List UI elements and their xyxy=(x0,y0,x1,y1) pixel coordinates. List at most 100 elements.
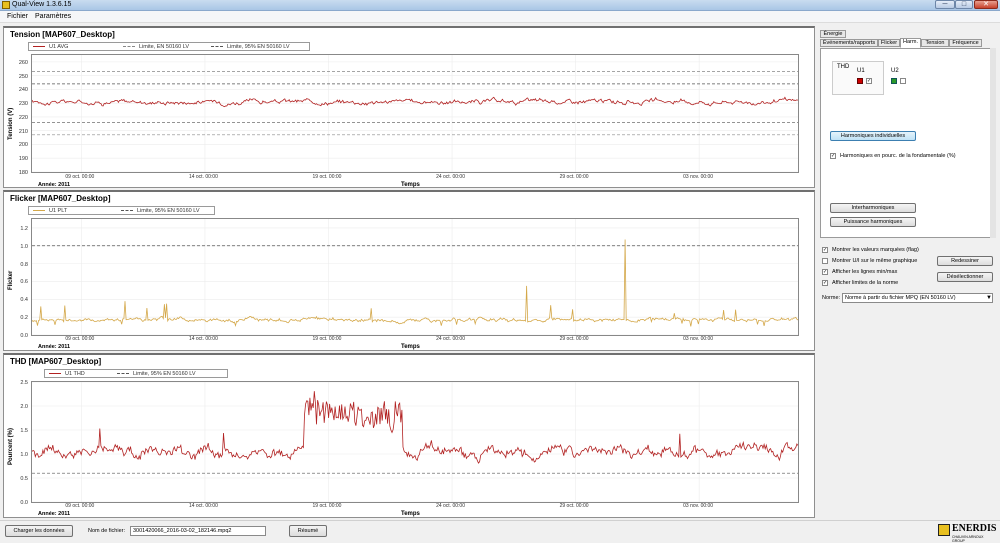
y-tick-label: 0.5 xyxy=(20,476,28,482)
flicker-xticks: 09 oct. 00:00 14 oct. 00:00 19 oct. 00:00 2… xyxy=(31,336,799,344)
legend-u1-plt: U1 PLT xyxy=(49,208,68,214)
y-tick-label: 230 xyxy=(18,101,28,108)
deselectionner-button[interactable]: Désélectionner xyxy=(937,272,993,282)
page-title: Flicker [MAP607_Desktop] xyxy=(10,194,111,203)
x-tick-label: 03 nov. 00:00 xyxy=(683,174,714,180)
x-tick-label: 09 oct. 00:00 xyxy=(65,503,95,509)
menu-parametres[interactable]: Paramètres xyxy=(35,13,71,20)
norme-value: Norme à partir du fichier MPQ (EN 50160 … xyxy=(845,295,956,301)
series-line xyxy=(32,96,798,108)
legend-limit-95: Limite, 95% EN 50160 LV xyxy=(133,371,196,377)
x-tick-label: 14 oct. 00:00 xyxy=(188,336,218,342)
thd-panel: THD [MAP607_Desktop] U1 THD Limite, 95% … xyxy=(3,353,815,518)
x-axis-label: Temps xyxy=(401,511,420,517)
redessiner-button[interactable]: Redessiner xyxy=(937,256,993,266)
y-tick-label: 1.0 xyxy=(20,243,28,250)
series-line xyxy=(32,391,798,464)
logo-text: ENERDIS xyxy=(952,523,997,534)
x-tick-label: 19 oct. 00:00 xyxy=(312,336,342,342)
load-data-button[interactable]: Charger les données xyxy=(5,525,73,537)
resume-button[interactable]: Résumé xyxy=(289,525,327,537)
y-tick-label: 180 xyxy=(18,170,28,176)
thd-legend: U1 THD Limite, 95% EN 50160 LV xyxy=(44,369,228,378)
legend-limit-95: Limite, 95% EN 50160 LV xyxy=(137,208,200,214)
option-checkbox[interactable] xyxy=(822,258,828,264)
x-tick-label: 29 oct. 00:00 xyxy=(559,174,589,180)
tension-legend: U1 AVG Limite, EN 50160 LV Limite, 95% E… xyxy=(28,42,310,51)
norme-select[interactable]: Norme à partir du fichier MPQ (EN 50160 … xyxy=(842,293,993,303)
u1-color-swatch xyxy=(857,78,863,84)
tab-energie[interactable]: Énergie xyxy=(820,30,846,38)
minimize-button[interactable]: ─ xyxy=(935,0,955,9)
u2-color-swatch xyxy=(891,78,897,84)
pourc-fondamentale-checkbox[interactable]: ✓ xyxy=(830,153,836,159)
interharmoniques-button[interactable]: Interharmoniques xyxy=(830,203,916,213)
tab-evenements[interactable]: Événements/rapports xyxy=(820,39,878,47)
harmoniques-individuelles-button[interactable]: Harmoniques individuelles xyxy=(830,131,916,141)
harmonics-tab-body: THD U1 U2 ✓ Harmoniques individuelles ✓ … xyxy=(820,48,995,238)
tab-flicker[interactable]: Flicker xyxy=(878,39,900,47)
x-tick-label: 29 oct. 00:00 xyxy=(559,336,589,342)
page-title: THD [MAP607_Desktop] xyxy=(10,357,102,366)
tension-xticks: 09 oct. 00:00 14 oct. 00:00 19 oct. 00:00 2… xyxy=(31,174,799,182)
thd-plot[interactable] xyxy=(31,381,799,503)
chevron-down-icon: ▼ xyxy=(986,295,992,301)
tab-scrollbar[interactable] xyxy=(990,48,996,238)
title-bar: Qual-View 1.3.6.15 ─ □ ✕ xyxy=(0,0,1000,11)
tab-frequence[interactable]: Fréquence xyxy=(949,39,982,47)
y-tick-label: 0.4 xyxy=(20,297,28,304)
close-button[interactable]: ✕ xyxy=(974,0,998,9)
flicker-plot[interactable] xyxy=(31,218,799,336)
x-tick-label: 24 oct. 00:00 xyxy=(436,174,465,180)
flicker-legend: U1 PLT Limite, 95% EN 50160 LV xyxy=(28,206,215,215)
x-tick-label: 03 nov. 00:00 xyxy=(683,336,714,342)
option-label: Afficher limites de la norme xyxy=(832,280,899,286)
y-tick-label: 0.8 xyxy=(20,261,28,268)
tension-plot[interactable] xyxy=(31,54,799,173)
year-label: Année: 2011 xyxy=(38,182,71,188)
x-tick-label: 29 oct. 00:00 xyxy=(559,503,589,509)
x-tick-label: 19 oct. 00:00 xyxy=(312,503,342,509)
tension-panel: Tension [MAP607_Desktop] U1 AVG Limite, … xyxy=(3,26,815,188)
y-tick-label: 240 xyxy=(18,87,28,94)
x-tick-label: 24 oct. 00:00 xyxy=(436,336,465,342)
legend-u1-avg: U1 AVG xyxy=(49,44,69,50)
legend-limit-95: Limite, 95% EN 50160 LV xyxy=(227,44,290,50)
thd-xticks: 09 oct. 00:00 14 oct. 00:00 19 oct. 00:00 2… xyxy=(31,503,799,511)
bottom-bar: Charger les données Nom de fichier: 3001… xyxy=(0,520,1000,543)
option-label: Montrer les valeurs marquées (flag) xyxy=(832,247,919,253)
y-tick-label: 2.0 xyxy=(20,404,28,410)
y-tick-label: 0.2 xyxy=(20,315,28,322)
y-tick-label: 0.0 xyxy=(20,333,28,339)
x-tick-label: 09 oct. 00:00 xyxy=(65,174,95,180)
option-checkbox[interactable]: ✓ xyxy=(822,247,828,253)
maximize-button[interactable]: □ xyxy=(955,0,973,9)
u2-label: U2 xyxy=(891,68,899,74)
y-tick-label: 2.5 xyxy=(20,380,28,386)
u2-checkbox[interactable] xyxy=(900,78,906,84)
tension-ylabel: Tension (V) xyxy=(8,107,14,140)
legend-u1-thd: U1 THD xyxy=(65,371,85,377)
tab-harm[interactable]: Harm. xyxy=(900,38,921,48)
page-title: Tension [MAP607_Desktop] xyxy=(10,30,115,39)
u1-checkbox[interactable]: ✓ xyxy=(866,78,872,84)
option-label: Montrer U/I sur le même graphique xyxy=(832,258,918,264)
option-checkbox[interactable]: ✓ xyxy=(822,269,828,275)
x-tick-label: 14 oct. 00:00 xyxy=(188,503,218,509)
y-tick-label: 0.0 xyxy=(20,500,28,506)
file-label: Nom de fichier: xyxy=(88,528,125,534)
year-label: Année: 2011 xyxy=(38,511,71,517)
thd-ylabel: Pourcent (%) xyxy=(8,427,14,465)
option-label: Afficher les lignes min/max xyxy=(832,269,898,275)
puissance-harmoniques-button[interactable]: Puissance harmoniques xyxy=(830,217,916,227)
year-label: Année: 2011 xyxy=(38,344,71,350)
menu-fichier[interactable]: Fichier xyxy=(7,13,28,20)
tab-tension[interactable]: Tension xyxy=(921,39,949,47)
x-tick-label: 19 oct. 00:00 xyxy=(312,174,342,180)
file-name-field[interactable]: 3001420066_2016-03-02_182146.mpq2 xyxy=(130,526,266,536)
x-tick-label: 03 nov. 00:00 xyxy=(683,503,714,509)
option-checkbox[interactable]: ✓ xyxy=(822,280,828,286)
u1-label: U1 xyxy=(857,68,865,74)
y-tick-label: 190 xyxy=(18,156,28,163)
thd-chart xyxy=(32,382,798,502)
